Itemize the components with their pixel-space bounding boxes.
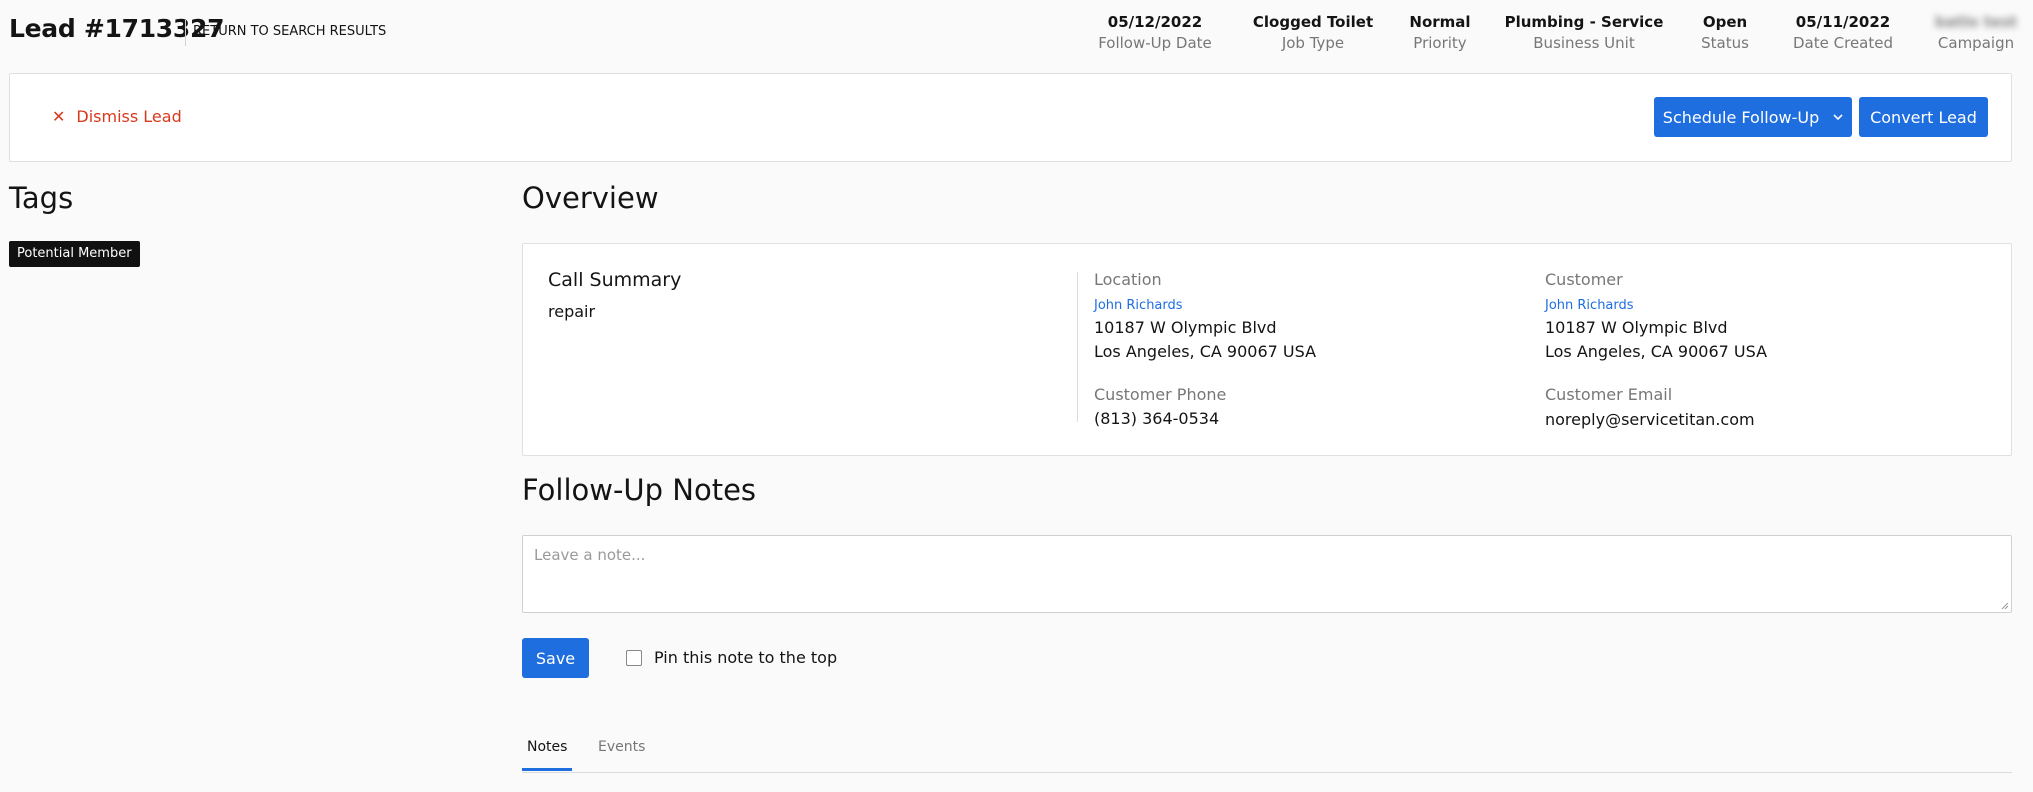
overview-heading: Overview xyxy=(522,181,659,215)
call-summary-heading: Call Summary xyxy=(548,269,682,291)
meta-campaign: batlo test Campaign xyxy=(1935,12,2017,54)
chevron-down-icon xyxy=(1833,111,1843,124)
lead-title: Lead #1713327 xyxy=(9,14,225,43)
meta-label: Job Type xyxy=(1281,34,1345,52)
meta-status: Open Status xyxy=(1701,12,1749,54)
meta-label: Campaign xyxy=(1937,34,2015,52)
tab-notes[interactable]: Notes xyxy=(522,739,573,771)
customer-label: Customer xyxy=(1545,270,1623,289)
customer-phone-value: (813) 364-0534 xyxy=(1094,409,1220,428)
lead-action-bar: ✕ Dismiss Lead Schedule Follow-Up Conver… xyxy=(9,73,2012,162)
header-divider xyxy=(185,20,186,46)
follow-up-notes-heading: Follow-Up Notes xyxy=(522,473,757,507)
schedule-follow-up-button[interactable]: Schedule Follow-Up xyxy=(1654,97,1852,137)
return-to-search-link[interactable]: RETURN TO SEARCH RESULTS xyxy=(193,24,386,39)
meta-value: 05/12/2022 xyxy=(1107,13,1203,31)
tag-badge: Potential Member xyxy=(9,241,140,267)
resize-grip-icon[interactable] xyxy=(1999,600,2009,610)
location-address-line2: Los Angeles, CA 90067 USA xyxy=(1094,342,1317,361)
meta-value: Open xyxy=(1702,13,1748,31)
meta-date-created: 05/11/2022 Date Created xyxy=(1793,12,1893,54)
customer-email-label: Customer Email xyxy=(1545,385,1673,404)
pin-note-label: Pin this note to the top xyxy=(654,648,838,667)
meta-value: batlo test xyxy=(1934,13,2018,31)
location-block: Location John Richards 10187 W Olympic B… xyxy=(1094,270,1316,361)
tab-events[interactable]: Events xyxy=(593,739,650,768)
dismiss-lead-label: Dismiss Lead xyxy=(76,107,182,126)
note-input[interactable] xyxy=(522,535,2012,613)
meta-label: Status xyxy=(1701,34,1749,52)
customer-phone-block: Customer Phone (813) 364-0534 xyxy=(1094,385,1226,428)
meta-label: Date Created xyxy=(1793,34,1893,52)
page-header: Lead #1713327 RETURN TO SEARCH RESULTS 0… xyxy=(0,0,2033,64)
customer-address-line1: 10187 W Olympic Blvd xyxy=(1545,318,1728,337)
pin-note-option: Pin this note to the top xyxy=(626,648,837,667)
meta-value: Plumbing - Service xyxy=(1504,13,1664,31)
customer-name-link[interactable]: John Richards xyxy=(1545,298,1767,313)
pin-note-checkbox[interactable] xyxy=(626,649,642,666)
dismiss-lead-button[interactable]: ✕ Dismiss Lead xyxy=(52,107,182,126)
location-name-link[interactable]: John Richards xyxy=(1094,298,1316,313)
meta-job-type: Clogged Toilet Job Type xyxy=(1253,12,1373,54)
convert-lead-button[interactable]: Convert Lead xyxy=(1859,97,1988,137)
meta-label: Follow-Up Date xyxy=(1098,34,1212,52)
schedule-follow-up-label: Schedule Follow-Up xyxy=(1662,107,1820,127)
meta-value: Normal xyxy=(1409,13,1471,31)
meta-value: Clogged Toilet xyxy=(1252,13,1374,31)
meta-priority: Normal Priority xyxy=(1409,12,1470,54)
card-divider xyxy=(1077,272,1078,422)
meta-business-unit: Plumbing - Service Business Unit xyxy=(1505,12,1664,54)
overview-card: Call Summary repair Location John Richar… xyxy=(522,243,2012,456)
save-note-button[interactable]: Save xyxy=(522,638,589,678)
meta-label: Priority xyxy=(1413,34,1467,52)
meta-follow-up-date: 05/12/2022 Follow-Up Date xyxy=(1098,12,1212,54)
meta-label: Business Unit xyxy=(1533,34,1635,52)
customer-block: Customer John Richards 10187 W Olympic B… xyxy=(1545,270,1767,361)
call-summary-text: repair xyxy=(548,302,596,321)
customer-phone-label: Customer Phone xyxy=(1094,385,1227,404)
notes-events-tabs: Notes Events xyxy=(522,731,2012,773)
location-label: Location xyxy=(1094,270,1162,289)
meta-value: 05/11/2022 xyxy=(1795,13,1891,31)
location-address-line1: 10187 W Olympic Blvd xyxy=(1094,318,1277,337)
tags-heading: Tags xyxy=(9,181,74,215)
customer-email-value: noreply@servicetitan.com xyxy=(1545,410,1755,429)
close-icon: ✕ xyxy=(52,107,66,126)
customer-email-block: Customer Email noreply@servicetitan.com xyxy=(1545,385,1755,429)
customer-address-line2: Los Angeles, CA 90067 USA xyxy=(1545,342,1768,361)
